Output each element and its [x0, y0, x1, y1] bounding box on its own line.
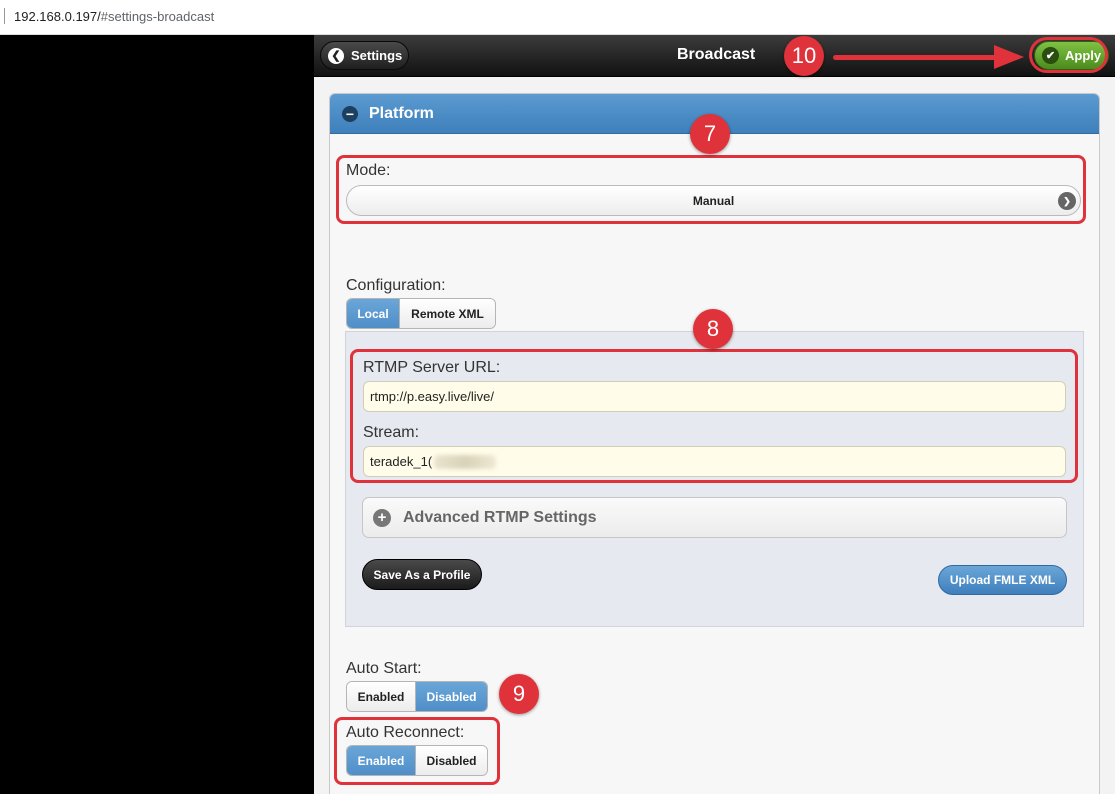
configuration-label: Configuration:	[346, 277, 446, 294]
configuration-local-option[interactable]: Local	[347, 299, 399, 328]
url-text[interactable]: 192.168.0.197/#settings-broadcast	[14, 9, 214, 24]
annotation-box-auto-reconnect	[334, 717, 500, 785]
page-title: Broadcast	[677, 46, 756, 63]
configuration-toggle: Local Remote XML	[346, 298, 496, 329]
annotation-badge-9: 9	[499, 674, 539, 714]
auto-start-label: Auto Start:	[346, 660, 422, 677]
save-profile-label: Save As a Profile	[373, 567, 471, 582]
minus-icon: −	[342, 105, 358, 122]
platform-header-label: Platform	[369, 104, 434, 122]
url-caret	[4, 8, 5, 24]
annotation-box-apply	[1029, 37, 1108, 73]
arrow-right-icon	[994, 45, 1024, 69]
configuration-remote-xml-option[interactable]: Remote XML	[399, 299, 495, 328]
annotation-badge-7: 7	[690, 114, 730, 154]
url-host: 192.168.0.197/	[14, 9, 101, 24]
upload-fmle-xml-button[interactable]: Upload FMLE XML	[938, 565, 1067, 595]
url-path: #settings-broadcast	[100, 9, 215, 24]
chevron-left-icon: ❮	[328, 47, 344, 64]
annotation-badge-8: 8	[693, 309, 733, 349]
annotation-box-mode	[336, 155, 1086, 224]
upload-fmle-label: Upload FMLE XML	[949, 573, 1056, 587]
browser-url-bar[interactable]: 192.168.0.197/#settings-broadcast	[0, 0, 1115, 35]
annotation-badge-10: 10	[784, 36, 824, 76]
auto-start-enabled-option[interactable]: Enabled	[347, 682, 415, 711]
plus-icon: +	[373, 508, 391, 527]
settings-back-button[interactable]: ❮ Settings	[320, 41, 409, 70]
auto-start-toggle: Enabled Disabled	[346, 681, 488, 712]
left-black-area	[0, 35, 314, 794]
annotation-box-rtmp	[350, 349, 1078, 483]
auto-start-disabled-option[interactable]: Disabled	[415, 682, 487, 711]
advanced-rtmp-label: Advanced RTMP Settings	[403, 508, 597, 526]
annotation-arrow-line	[833, 55, 998, 60]
save-as-profile-button[interactable]: Save As a Profile	[362, 559, 482, 590]
back-button-label: Settings	[351, 48, 403, 63]
advanced-rtmp-settings-toggle[interactable]: + Advanced RTMP Settings	[362, 497, 1067, 538]
